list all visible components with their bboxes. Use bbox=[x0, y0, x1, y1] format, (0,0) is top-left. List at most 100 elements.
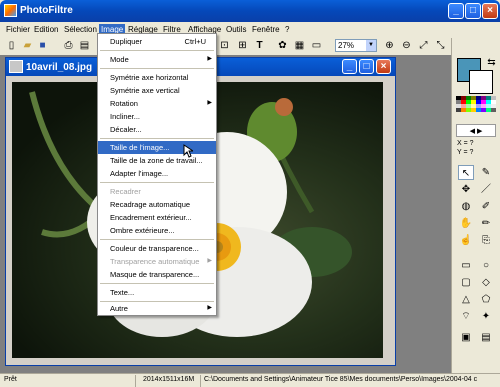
menu-item-label: Couleur de transparence... bbox=[110, 244, 199, 253]
triangle-selection-icon[interactable]: △ bbox=[458, 292, 474, 307]
title-bar: PhotoFiltre _ □ × bbox=[0, 0, 500, 22]
lasso-icon[interactable]: ⌔ bbox=[458, 309, 474, 324]
minimize-button[interactable]: _ bbox=[448, 3, 464, 19]
menu-fenetre[interactable]: Fenêtre bbox=[250, 24, 282, 35]
status-text: Prêt bbox=[4, 376, 17, 383]
ellipse-selection-icon[interactable]: ○ bbox=[478, 258, 494, 273]
menu-item-recadrage-auto[interactable]: Recadrage automatique bbox=[98, 198, 216, 211]
menu-selection[interactable]: Sélection bbox=[62, 24, 99, 35]
selection-option-icon[interactable]: ▣ bbox=[458, 330, 474, 345]
file-path: C:\Documents and Settings\Animateur Tice… bbox=[204, 376, 478, 383]
cursor-x-coordinate: X = ? bbox=[457, 140, 474, 147]
move-icon[interactable]: ✥ bbox=[458, 182, 474, 197]
fit-window-icon[interactable]: ⤢ bbox=[417, 39, 430, 52]
menu-item-texte[interactable]: Texte... bbox=[98, 286, 216, 299]
scan-icon[interactable]: ▤ bbox=[78, 39, 91, 52]
diamond-selection-icon[interactable]: ◇ bbox=[478, 275, 494, 290]
status-divider bbox=[135, 375, 136, 387]
menu-help[interactable]: ? bbox=[283, 24, 291, 35]
menu-item-masque-transparence[interactable]: Masque de transparence... bbox=[98, 268, 216, 281]
polygon-selection-icon[interactable]: ⬠ bbox=[478, 292, 494, 307]
menu-item-label: Transparence automatique bbox=[110, 257, 200, 266]
menu-item-ombre[interactable]: Ombre extérieure... bbox=[98, 224, 216, 237]
rounded-rect-selection-icon[interactable]: ▢ bbox=[458, 275, 474, 290]
submenu-arrow-icon: ▶ bbox=[207, 258, 212, 264]
magic-wand-icon[interactable]: ✦ bbox=[478, 309, 494, 324]
save-icon[interactable]: ■ bbox=[36, 39, 49, 52]
effects-icon[interactable]: ✿ bbox=[276, 39, 289, 52]
menu-item-encadrement[interactable]: Encadrement extérieur... bbox=[98, 211, 216, 224]
menu-separator bbox=[100, 182, 214, 183]
menu-item-symetrie-horizontal[interactable]: Symétrie axe horizontal bbox=[98, 71, 216, 84]
background-color-swatch[interactable] bbox=[469, 70, 493, 94]
close-button[interactable]: × bbox=[482, 3, 498, 19]
maximize-button[interactable]: □ bbox=[465, 3, 481, 19]
open-folder-icon[interactable]: ▰ bbox=[21, 39, 34, 52]
menu-item-decaler[interactable]: Décaler... bbox=[98, 123, 216, 136]
menu-separator bbox=[100, 239, 214, 240]
print-icon[interactable]: ⎙ bbox=[62, 39, 75, 52]
menu-item-autre[interactable]: Autre ▶ bbox=[98, 302, 216, 315]
text-tool-icon[interactable]: T bbox=[253, 39, 266, 52]
menu-item-label: Incliner... bbox=[110, 112, 141, 121]
menu-outils[interactable]: Outils bbox=[224, 24, 248, 35]
doc-close-button[interactable]: × bbox=[376, 59, 391, 74]
chevron-down-icon[interactable]: ▼ bbox=[366, 40, 376, 51]
color-grid[interactable] bbox=[456, 96, 496, 124]
menu-edition[interactable]: Edition bbox=[32, 24, 60, 35]
menu-fichier[interactable]: Fichier bbox=[4, 24, 32, 35]
menu-item-label: Décaler... bbox=[110, 125, 142, 134]
doc-maximize-button[interactable]: □ bbox=[359, 59, 374, 74]
line-icon[interactable]: ／ bbox=[478, 182, 494, 197]
shortcut-label: Ctrl+U bbox=[184, 37, 206, 46]
selection-arrow-icon[interactable]: ↖ bbox=[458, 165, 474, 180]
swap-colors-icon[interactable]: ⇆ bbox=[485, 56, 498, 69]
menu-item-adapter-image[interactable]: Adapter l'image... bbox=[98, 167, 216, 180]
menu-item-label: Rotation bbox=[110, 99, 138, 108]
palette-scroll[interactable]: ◀ ▶ bbox=[456, 124, 496, 137]
hand-icon[interactable]: ✋ bbox=[458, 216, 474, 231]
menu-item-dupliquer[interactable]: Dupliquer Ctrl+U bbox=[98, 35, 216, 48]
tool-palette: ⇆ ◀ ▶ X = ? Y = ? ↖ ✎ ✥ ／ ◍ ✐ ✋ ✏ ☝ ⎘ ▭ … bbox=[451, 38, 500, 373]
menu-item-couleur-transparence[interactable]: Couleur de transparence... bbox=[98, 242, 216, 255]
menu-separator bbox=[100, 283, 214, 284]
menu-item-label: Symétrie axe horizontal bbox=[110, 73, 189, 82]
crop-icon[interactable]: ⊡ bbox=[218, 39, 231, 52]
clone-stamp-icon[interactable]: ⎘ bbox=[478, 233, 494, 248]
zoom-value: 27% bbox=[338, 41, 355, 50]
zoom-in-icon[interactable]: ⊕ bbox=[383, 39, 396, 52]
zoom-out-icon[interactable]: ⊖ bbox=[400, 39, 413, 52]
menu-separator bbox=[100, 138, 214, 139]
eyedropper-icon[interactable]: ✎ bbox=[478, 165, 494, 180]
mouse-cursor-icon bbox=[183, 144, 193, 158]
menu-item-incliner[interactable]: Incliner... bbox=[98, 110, 216, 123]
selection-option-2-icon[interactable]: ▤ bbox=[478, 330, 494, 345]
zoom-dropdown[interactable]: 27% ▼ bbox=[335, 39, 377, 52]
status-divider bbox=[200, 375, 201, 387]
menu-item-mode[interactable]: Mode ▶ bbox=[98, 53, 216, 66]
menu-item-taille-zone-travail[interactable]: Taille de la zone de travail... bbox=[98, 154, 216, 167]
frame-icon[interactable]: ▭ bbox=[310, 39, 323, 52]
layers-icon[interactable]: ▦ bbox=[293, 39, 306, 52]
pencil-icon[interactable]: ✏ bbox=[478, 216, 494, 231]
menu-item-label: Adapter l'image... bbox=[110, 169, 169, 178]
smudge-icon[interactable]: ☝ bbox=[458, 233, 474, 248]
brush-icon[interactable]: ✐ bbox=[478, 199, 494, 214]
menu-item-taille-image[interactable]: Taille de l'image... bbox=[98, 141, 216, 154]
rectangle-selection-icon[interactable]: ▭ bbox=[458, 258, 474, 273]
menu-item-label: Ombre extérieure... bbox=[110, 226, 175, 235]
menu-separator bbox=[100, 50, 214, 51]
window-title: PhotoFiltre bbox=[20, 5, 73, 16]
menu-item-label: Recadrer bbox=[110, 187, 141, 196]
fill-bucket-icon[interactable]: ◍ bbox=[458, 199, 474, 214]
image-dimensions: 2014x1511x16M bbox=[143, 376, 195, 383]
resize-icon[interactable]: ⊞ bbox=[236, 39, 249, 52]
new-file-icon[interactable]: ▯ bbox=[5, 39, 18, 52]
submenu-arrow-icon: ▶ bbox=[207, 305, 212, 311]
menu-item-rotation[interactable]: Rotation ▶ bbox=[98, 97, 216, 110]
menu-item-transparence-auto: Transparence automatique ▶ bbox=[98, 255, 216, 268]
doc-minimize-button[interactable]: _ bbox=[342, 59, 357, 74]
submenu-arrow-icon: ▶ bbox=[207, 56, 212, 62]
actual-size-icon[interactable]: ⤡ bbox=[434, 39, 447, 52]
menu-item-symetrie-vertical[interactable]: Symétrie axe vertical bbox=[98, 84, 216, 97]
